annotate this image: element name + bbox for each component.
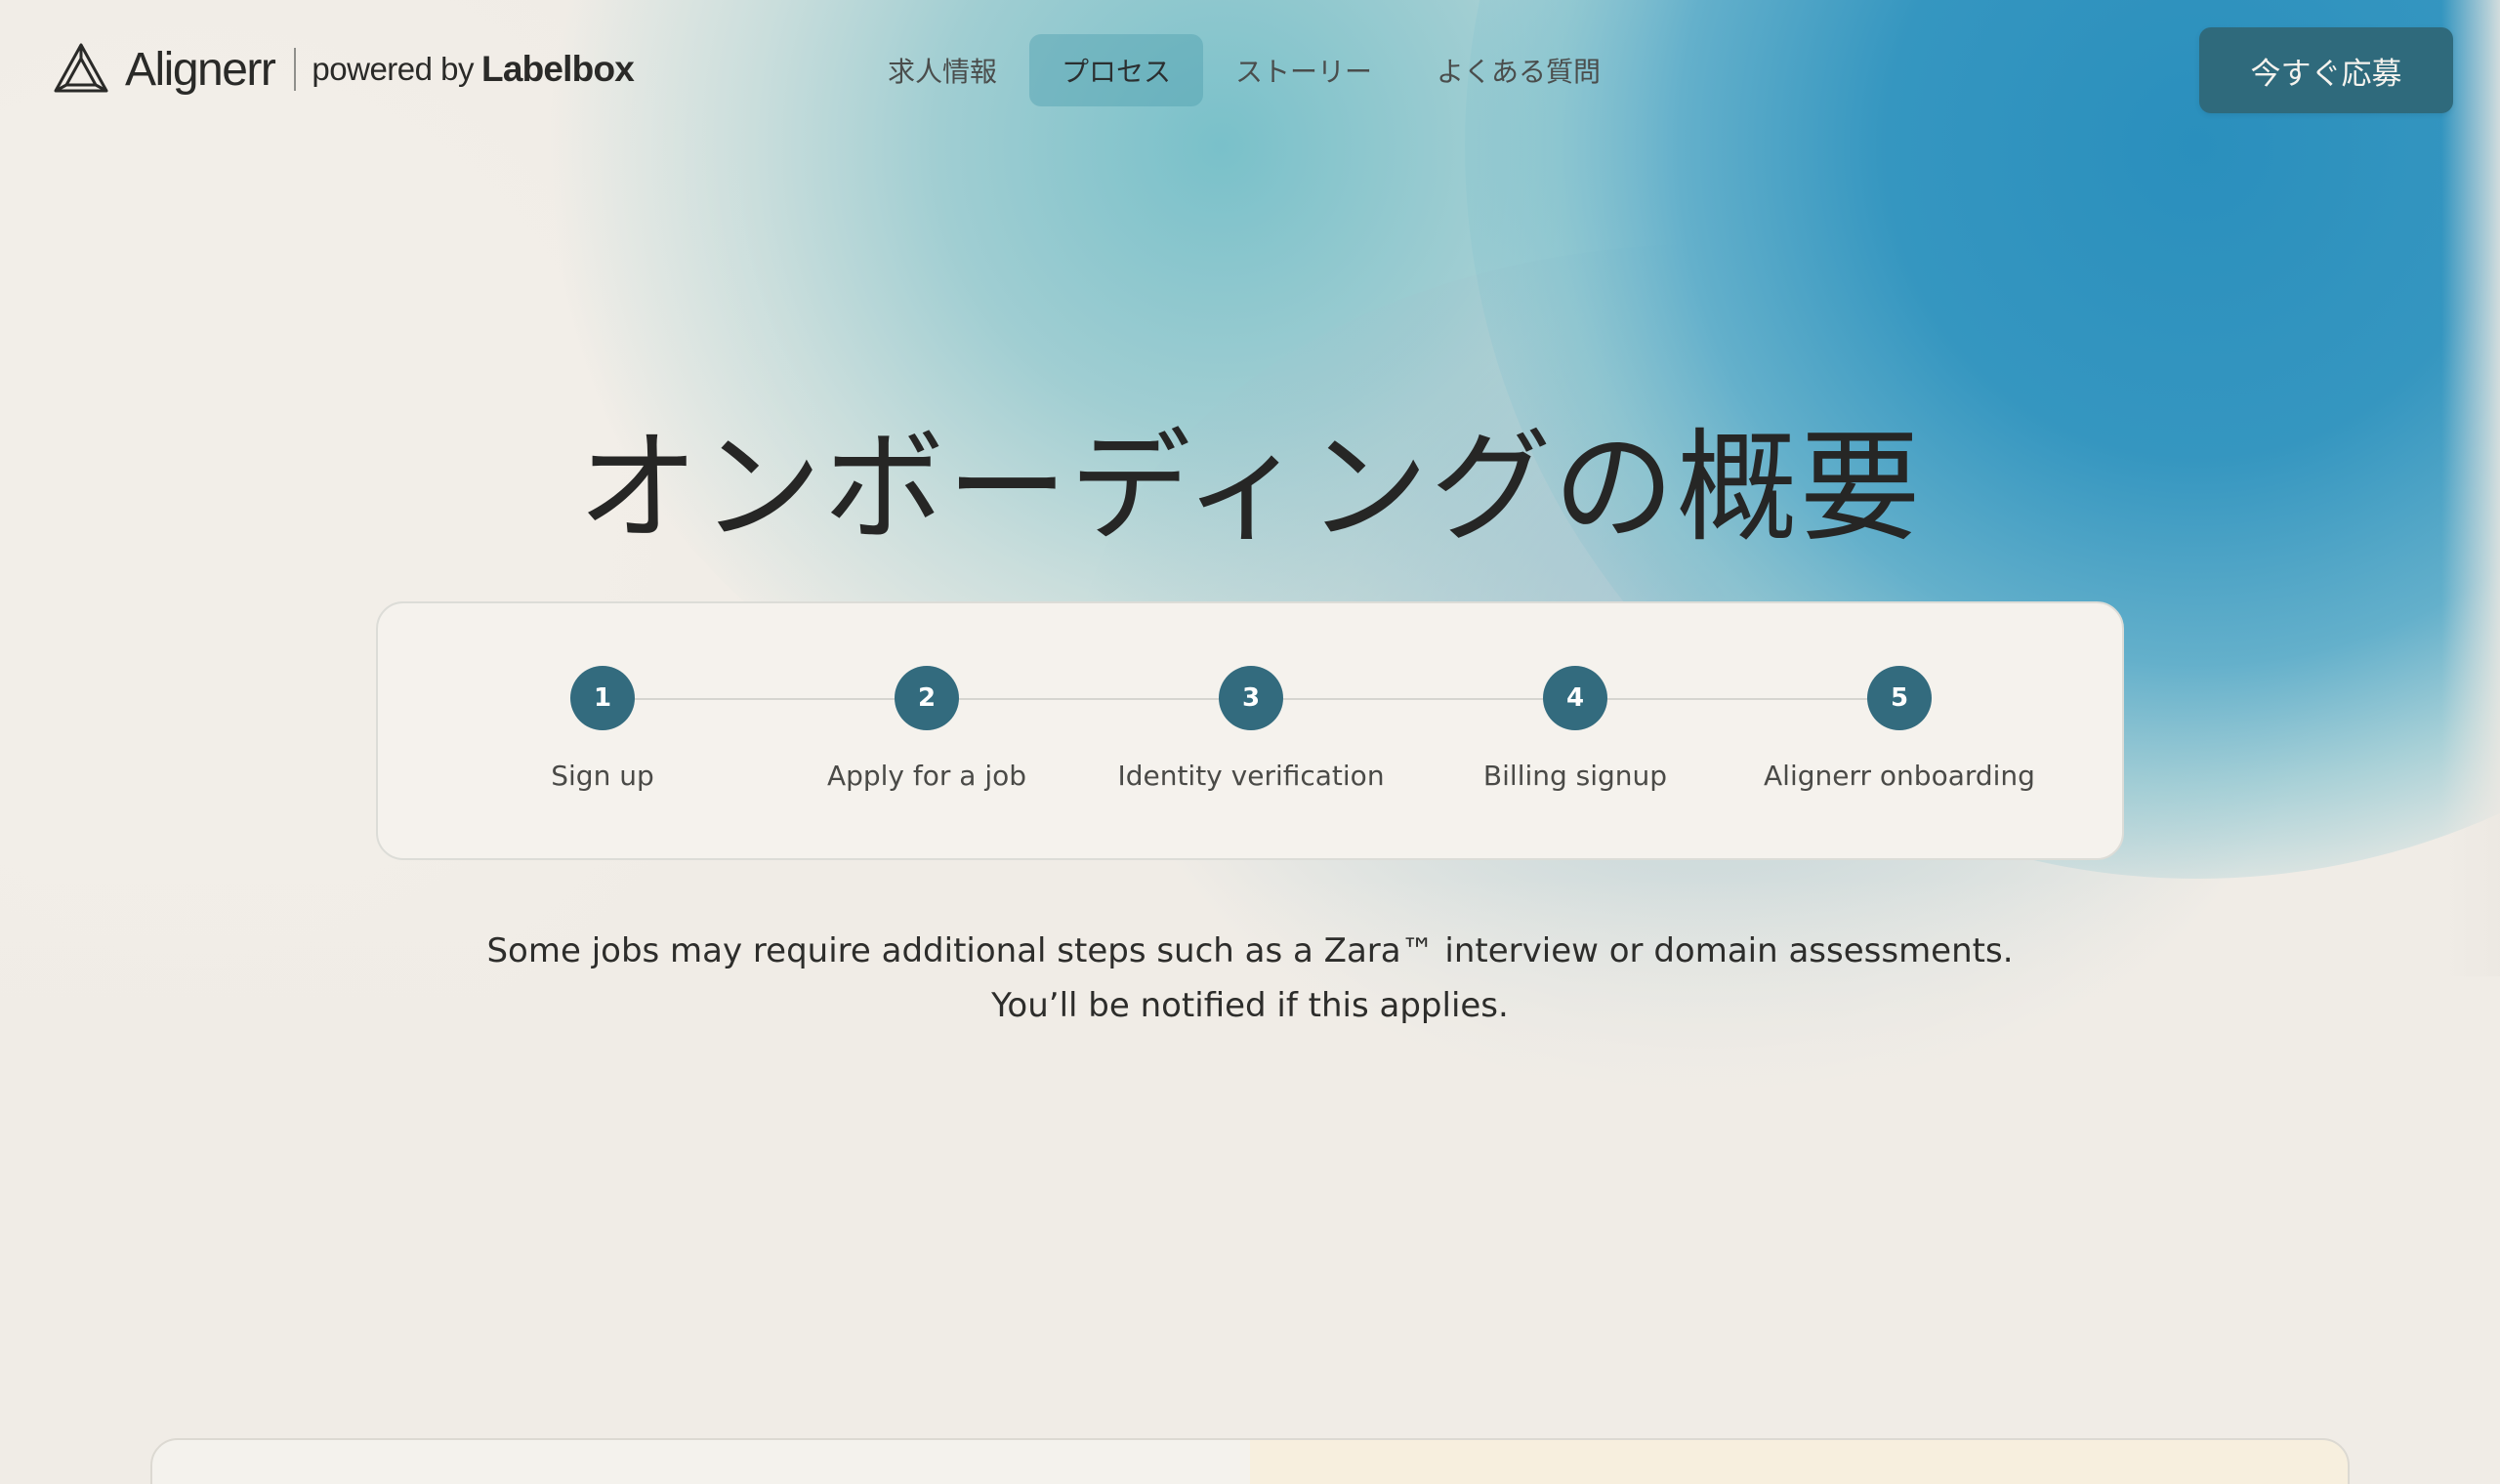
top-navigation: Alignerr powered by Labelbox 求人情報 プロセス ス… bbox=[0, 0, 2500, 137]
main-nav: 求人情報 プロセス ストーリー よくある質問 bbox=[855, 34, 1633, 106]
next-section-card bbox=[150, 1438, 2350, 1484]
onboarding-steps-card: 1 Sign up 2 Apply for a job 3 Identity v… bbox=[376, 601, 2124, 860]
nav-link-jobs[interactable]: 求人情報 bbox=[855, 34, 1029, 106]
step-number-badge: 4 bbox=[1543, 666, 1607, 730]
nav-link-faq[interactable]: よくある質問 bbox=[1404, 34, 1633, 106]
step-label: Identity verification bbox=[1117, 760, 1385, 792]
apply-now-button[interactable]: 今すぐ応募 bbox=[2199, 27, 2453, 113]
step-label: Billing signup bbox=[1482, 760, 1668, 792]
note-line-1: Some jobs may require additional steps s… bbox=[486, 931, 2014, 970]
step-number-badge: 3 bbox=[1219, 666, 1283, 730]
brand-name: Alignerr bbox=[125, 43, 276, 96]
step-number-badge: 5 bbox=[1867, 666, 1932, 730]
additional-steps-note: Some jobs may require additional steps s… bbox=[0, 924, 2500, 1033]
partner-name: Labelbox bbox=[481, 49, 635, 89]
step-alignerr-onboarding: 5 Alignerr onboarding bbox=[1704, 666, 2095, 792]
note-line-2: You’ll be notified if this applies. bbox=[991, 986, 1509, 1025]
nav-link-stories[interactable]: ストーリー bbox=[1203, 34, 1404, 106]
step-number-badge: 1 bbox=[570, 666, 635, 730]
step-label: Alignerr onboarding bbox=[1764, 760, 2035, 792]
brand-logo-link[interactable]: Alignerr powered by Labelbox bbox=[53, 39, 635, 100]
nav-link-process[interactable]: プロセス bbox=[1029, 34, 1204, 106]
page-title: オンボーディングの概要 bbox=[577, 418, 1923, 558]
step-number-badge: 2 bbox=[895, 666, 959, 730]
logo-divider bbox=[294, 48, 297, 91]
step-label: Sign up bbox=[551, 760, 654, 792]
powered-by-text: powered by bbox=[312, 51, 475, 87]
step-label: Apply for a job bbox=[826, 760, 1027, 792]
alignerr-logo-icon bbox=[54, 43, 108, 93]
